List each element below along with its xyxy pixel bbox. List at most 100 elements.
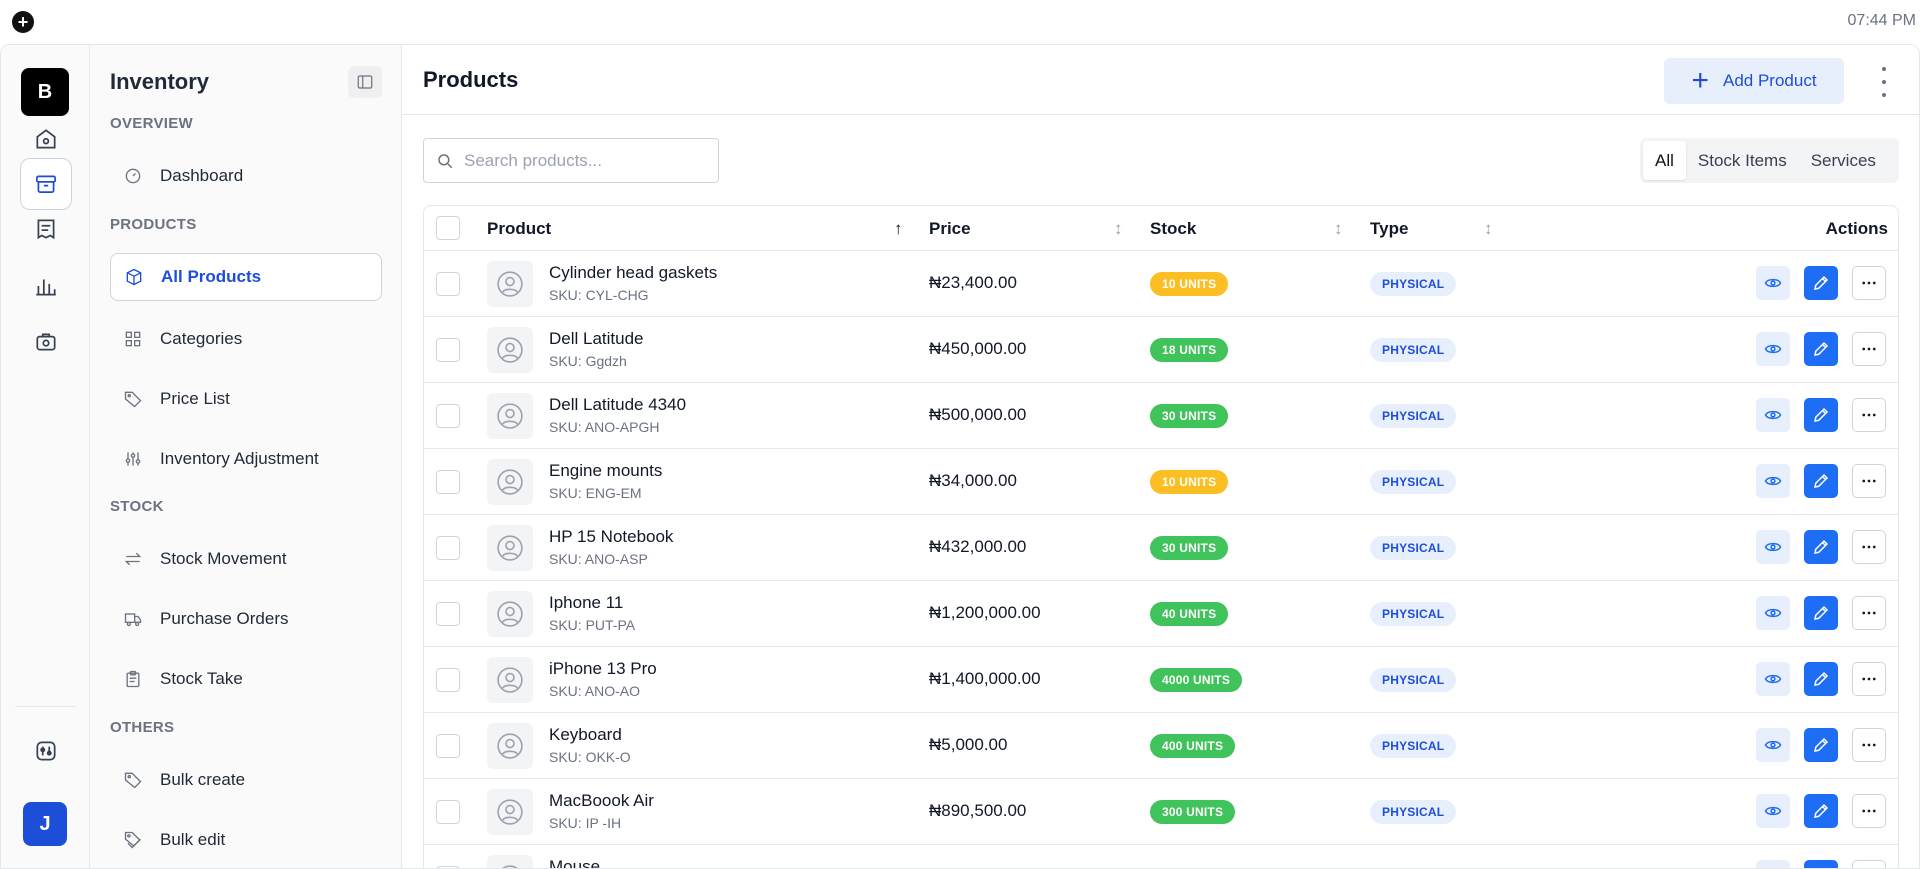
product-name[interactable]: Iphone 11 xyxy=(549,593,623,613)
sidebar-item-dashboard[interactable]: Dashboard xyxy=(110,152,382,200)
sort-icon[interactable]: ↕ xyxy=(1484,219,1493,239)
sidebar-item-stock-movement[interactable]: Stock Movement xyxy=(110,535,382,583)
view-button[interactable] xyxy=(1756,596,1790,630)
row-checkbox[interactable] xyxy=(436,668,460,692)
product-name[interactable]: MacBoook Air xyxy=(549,791,654,811)
filter-services[interactable]: Services xyxy=(1799,141,1888,180)
row-more-button[interactable] xyxy=(1852,266,1886,300)
table-row[interactable]: Engine mounts SKU: ENG-EM ₦34,000.00 10 UNI… xyxy=(424,449,1898,515)
sidebar-item-price-list[interactable]: Price List xyxy=(110,375,382,423)
eye-icon xyxy=(1764,476,1782,486)
edit-button[interactable] xyxy=(1804,596,1838,630)
view-button[interactable] xyxy=(1756,662,1790,696)
sort-icon[interactable]: ↕ xyxy=(1334,219,1343,239)
receipt-icon[interactable] xyxy=(20,203,72,255)
view-button[interactable] xyxy=(1756,266,1790,300)
table-row[interactable]: Iphone 11 SKU: PUT-PA ₦1,200,000.00 40 UNIT… xyxy=(424,581,1898,647)
more-options-icon[interactable] xyxy=(1874,67,1894,97)
column-stock[interactable]: Stock xyxy=(1150,206,1196,251)
edit-button[interactable] xyxy=(1804,332,1838,366)
sidebar-item-purchase-orders[interactable]: Purchase Orders xyxy=(110,595,382,643)
column-product[interactable]: Product xyxy=(487,206,551,251)
view-button[interactable] xyxy=(1756,794,1790,828)
edit-button[interactable] xyxy=(1804,794,1838,828)
table-row[interactable]: Mouse xyxy=(424,845,1898,868)
product-name[interactable]: Engine mounts xyxy=(549,461,662,481)
sidebar-item-bulk-edit[interactable]: Bulk edit xyxy=(110,816,382,864)
edit-button[interactable] xyxy=(1804,398,1838,432)
table-row[interactable]: HP 15 Notebook SKU: ANO-ASP ₦432,000.00 30 … xyxy=(424,515,1898,581)
sidebar-item-bulk-create[interactable]: Bulk create xyxy=(110,756,382,804)
edit-button[interactable] xyxy=(1804,530,1838,564)
product-name[interactable]: Dell Latitude 4340 xyxy=(549,395,686,415)
brand-logo[interactable]: B xyxy=(21,68,69,116)
view-button[interactable] xyxy=(1756,530,1790,564)
row-checkbox[interactable] xyxy=(436,536,460,560)
sidebar-item-inventory-adjustment[interactable]: Inventory Adjustment xyxy=(110,435,382,483)
search-box[interactable] xyxy=(423,138,719,183)
settings-icon[interactable] xyxy=(20,725,72,777)
row-more-button[interactable] xyxy=(1852,596,1886,630)
sidebar-item-label: Bulk create xyxy=(160,770,246,789)
product-name[interactable]: Cylinder head gaskets xyxy=(549,263,717,283)
new-window-button[interactable]: + xyxy=(12,11,34,33)
sort-asc-icon[interactable]: ↑ xyxy=(894,219,903,239)
view-button[interactable] xyxy=(1756,332,1790,366)
edit-button[interactable] xyxy=(1804,860,1838,868)
column-type[interactable]: Type xyxy=(1370,206,1408,251)
product-name[interactable]: Keyboard xyxy=(549,725,622,745)
row-more-button[interactable] xyxy=(1852,464,1886,498)
row-more-button[interactable] xyxy=(1852,728,1886,762)
sidebar-collapse-icon[interactable] xyxy=(348,66,382,98)
row-checkbox[interactable] xyxy=(436,734,460,758)
edit-button[interactable] xyxy=(1804,464,1838,498)
row-more-button[interactable] xyxy=(1852,530,1886,564)
row-checkbox[interactable] xyxy=(436,338,460,362)
view-button[interactable] xyxy=(1756,464,1790,498)
edit-button[interactable] xyxy=(1804,266,1838,300)
add-product-button[interactable]: + Add Product xyxy=(1664,58,1844,104)
table-row[interactable]: Dell Latitude SKU: Ggdzh ₦450,000.00 18 UNI… xyxy=(424,317,1898,383)
product-image-placeholder xyxy=(487,789,533,835)
product-price: ₦450,000.00 xyxy=(929,339,1027,358)
column-price[interactable]: Price xyxy=(929,206,971,251)
row-checkbox[interactable] xyxy=(436,272,460,296)
table-row[interactable]: Dell Latitude 4340 SKU: ANO-APGH ₦500,000.… xyxy=(424,383,1898,449)
sidebar-item-categories[interactable]: Categories xyxy=(110,315,382,363)
product-name[interactable]: Dell Latitude xyxy=(549,329,644,349)
row-checkbox[interactable] xyxy=(436,470,460,494)
type-badge: PHYSICAL xyxy=(1370,338,1457,362)
row-checkbox[interactable] xyxy=(436,602,460,626)
sort-icon[interactable]: ↕ xyxy=(1114,219,1123,239)
row-more-button[interactable] xyxy=(1852,794,1886,828)
view-button[interactable] xyxy=(1756,860,1790,868)
chart-icon[interactable] xyxy=(20,260,72,312)
table-row[interactable]: Keyboard SKU: OKK-O ₦5,000.00 400 UNITS PHYS… xyxy=(424,713,1898,779)
filter-all[interactable]: All xyxy=(1643,141,1686,180)
toolbox-icon[interactable] xyxy=(20,316,72,368)
select-all-checkbox[interactable] xyxy=(436,216,460,240)
table-row[interactable]: Cylinder head gaskets SKU: CYL-CHG ₦23,400… xyxy=(424,251,1898,317)
row-more-button[interactable] xyxy=(1852,332,1886,366)
view-button[interactable] xyxy=(1756,398,1790,432)
row-more-button[interactable] xyxy=(1852,860,1886,868)
row-checkbox[interactable] xyxy=(436,800,460,824)
row-more-button[interactable] xyxy=(1852,398,1886,432)
sidebar-item-all-products[interactable]: All Products xyxy=(110,253,382,301)
search-input[interactable] xyxy=(464,150,704,171)
row-more-button[interactable] xyxy=(1852,662,1886,696)
product-name[interactable]: HP 15 Notebook xyxy=(549,527,673,547)
view-button[interactable] xyxy=(1756,728,1790,762)
table-row[interactable]: MacBoook Air SKU: IP -IH ₦890,500.00 300 UN… xyxy=(424,779,1898,845)
table-row[interactable]: iPhone 13 Pro SKU: ANO-AO ₦1,400,000.00 400… xyxy=(424,647,1898,713)
ellipsis-icon xyxy=(1862,413,1876,417)
product-name[interactable]: iPhone 13 Pro xyxy=(549,659,657,679)
box-icon xyxy=(123,266,145,288)
product-name[interactable]: Mouse xyxy=(549,857,600,868)
filter-stock-items[interactable]: Stock Items xyxy=(1686,141,1799,180)
row-checkbox[interactable] xyxy=(436,404,460,428)
sidebar-item-stock-take[interactable]: Stock Take xyxy=(110,655,382,703)
user-avatar[interactable]: J xyxy=(23,802,67,846)
edit-button[interactable] xyxy=(1804,728,1838,762)
edit-button[interactable] xyxy=(1804,662,1838,696)
